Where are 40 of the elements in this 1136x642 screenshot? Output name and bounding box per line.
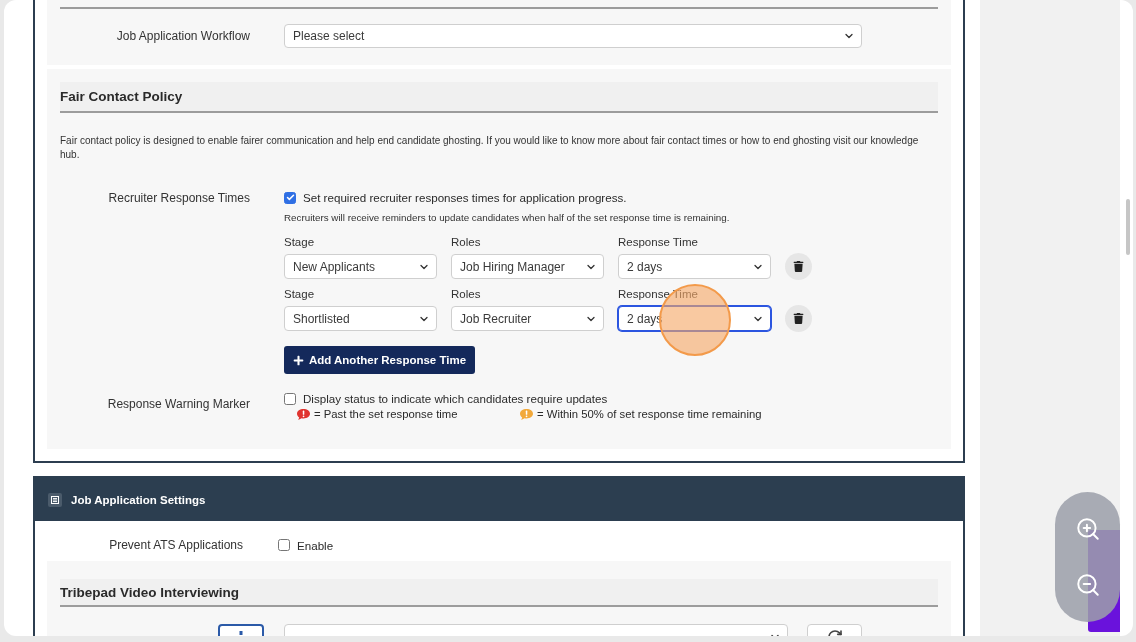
field-label: Stage [284,235,316,249]
response-time-select[interactable]: 2 days [618,254,771,279]
roles-select[interactable]: Job Hiring Manager [451,254,604,279]
hint-text: Recruiters will receive reminders to update candidates when half of the set response time is remaining. [284,212,731,223]
checkbox-label: Display status to indicate which candidates require updates [303,392,608,405]
workflow-select[interactable]: Please select [284,24,862,48]
checkbox[interactable] [284,392,296,405]
check-icon [285,193,295,202]
legend-text: = Past the set response time [314,408,458,420]
field-label: Job Application Workflow [116,29,250,43]
zoom-out-icon [1074,572,1101,598]
card-title: Job Application Settings [71,493,206,506]
field-label: Roles [451,287,482,301]
legend-text: = Within 50% of set response time remaining [537,408,762,420]
checkbox-label: Set required recruiter responses times for application progress. [303,191,627,204]
field-label: Roles [451,235,482,249]
zoom-in-icon [1074,516,1101,542]
scrollbar-thumb[interactable] [1126,199,1130,255]
field-label: Stage [284,287,316,301]
field-label: Response Time [618,235,699,249]
field-label: Response Time [618,287,699,301]
checkbox[interactable] [278,539,290,551]
roles-select[interactable]: Job Recruiter [451,306,604,331]
stage-select[interactable]: Shortlisted [284,306,437,331]
checkbox[interactable] [284,191,296,204]
checkbox-label: Enable [297,538,334,552]
delete-button[interactable] [785,253,812,280]
delete-button[interactable] [785,305,812,332]
field-label: Response Warning Marker [107,396,250,411]
stage-select[interactable]: New Applicants [284,254,437,279]
list-icon [48,492,62,507]
trash-icon [793,261,804,272]
plus-icon [292,354,304,366]
field-label: Prevent ATS Applications [109,538,243,552]
section-title: Fair Contact Policy [60,82,938,113]
field-label: Recruiter Response Times [108,191,250,205]
add-response-time-button[interactable]: Add Another Response Time [284,346,475,374]
trash-icon [793,313,804,324]
section-title: Tribepad Video Interviewing [60,579,938,607]
description-text: Fair contact policy is designed to enable fairer communication and help end candidate ghosting. If you would like to know more about fair contact times or how to end ghosting visit our knowledge hub. [60,134,920,162]
